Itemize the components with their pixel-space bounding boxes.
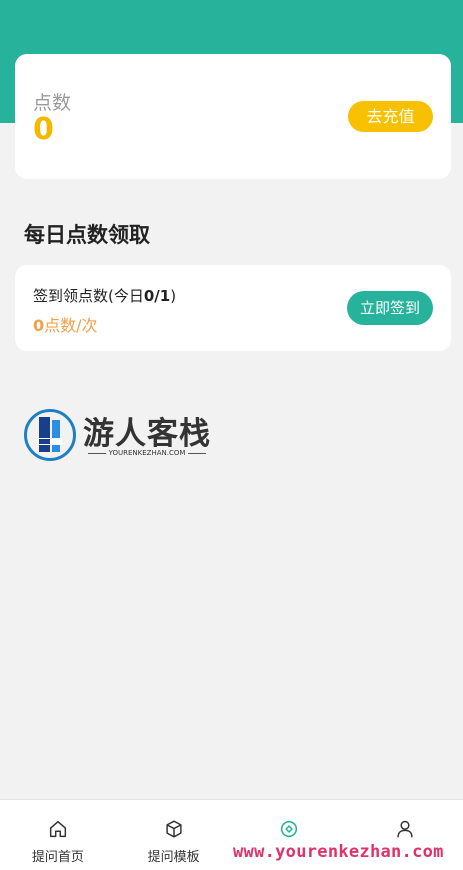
signin-title: 签到领点数(今日0/1) <box>33 285 176 306</box>
signin-button[interactable]: 立即签到 <box>347 291 433 325</box>
brand-emblem-icon <box>24 409 76 461</box>
tab-home-label: 提问首页 <box>31 850 84 865</box>
reward-amount: 0 <box>33 316 45 335</box>
brand-domain: YOURENKEZHAN.COM <box>81 449 213 457</box>
brand-name: 游人客栈 <box>83 416 211 452</box>
points-card: 点数 0 去充值 <box>15 54 451 179</box>
target-icon <box>281 820 298 838</box>
tab-home[interactable]: 提问首页 <box>0 800 116 870</box>
signin-progress: 0/1 <box>143 287 171 305</box>
signin-title-suffix: ) <box>170 287 177 305</box>
signin-card: 签到领点数(今日0/1) 0点数/次 立即签到 <box>15 265 451 351</box>
signin-reward: 0点数/次 <box>33 312 98 336</box>
cube-icon <box>166 820 182 838</box>
reward-unit: 点数/次 <box>44 316 98 335</box>
points-label: 点数 <box>33 92 72 114</box>
signin-title-prefix: 签到领点数(今日 <box>33 287 144 305</box>
recharge-button[interactable]: 去充值 <box>348 101 433 132</box>
section-title: 每日点数领取 <box>24 223 150 247</box>
tab-templates[interactable]: 提问模板 <box>116 800 232 870</box>
brand-logo: 游人客栈 YOURENKEZHAN.COM <box>23 406 213 464</box>
home-icon <box>49 820 66 838</box>
user-icon <box>397 820 413 838</box>
tab-templates-label: 提问模板 <box>147 850 200 865</box>
points-value: 0 <box>33 112 54 147</box>
watermark: www.yourenkezhan.com <box>233 842 444 862</box>
